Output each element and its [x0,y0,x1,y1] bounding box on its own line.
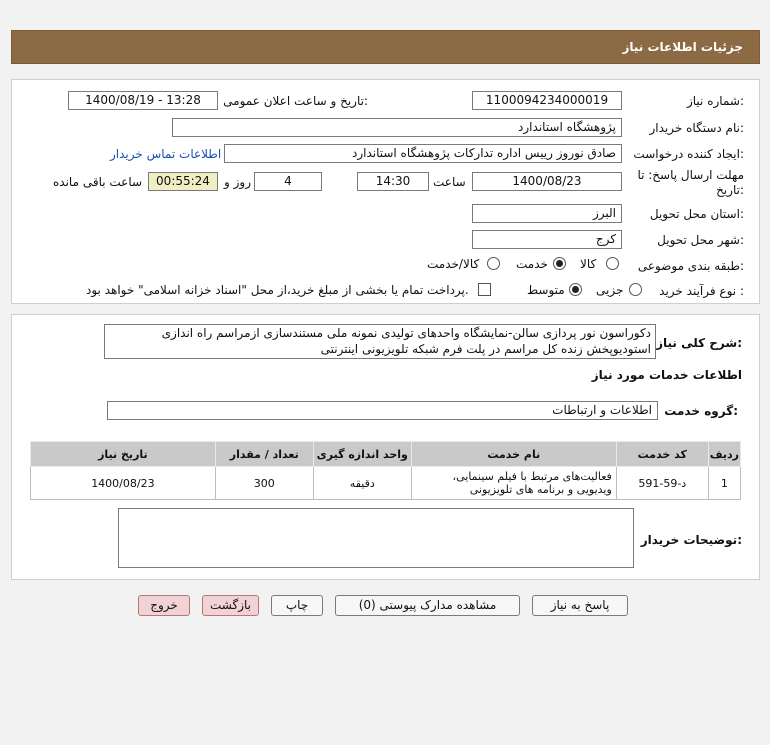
summary-box: دکوراسون نور پردازی سالن-نمایشگاه واحدها… [104,324,656,359]
deadline-label-line1: مهلت ارسال پاسخ: تا [637,168,744,182]
service-group-label: گروه خدمت: [664,404,738,418]
announce-label: تاریخ و ساعت اعلان عمومی: [223,94,368,108]
days-label: روز و [224,175,251,189]
buyer-notes-box [118,508,634,568]
back-button[interactable]: بازگشت [202,595,259,616]
summary-label: شرح کلی نیاز: [656,336,742,350]
col-qty: تعداد / مقدار [214,441,314,467]
buyer-org-field: پژوهشگاه استاندارد [172,118,622,137]
city-label: شهر محل تحویل: [657,233,744,247]
col-row: ردیف [707,441,742,467]
treasury-payment-note: پرداخت تمام یا بخشی از مبلغ خرید،از محل … [86,283,469,297]
cell-row: 1 [707,466,742,500]
process-option-medium: متوسط [527,283,565,297]
cell-code: د-59-591 [615,466,709,500]
col-date: تاریخ نیاز [30,441,216,467]
process-option-minor: جزیی [596,283,624,297]
category-radio-service[interactable] [553,257,566,270]
city-field: کرج [472,230,622,249]
summary-line-2: استودیوپخش زنده کل مراسم در پلت فرم شبکه… [320,342,651,356]
category-option-service: خدمت [516,257,548,271]
deadline-time-label: ساعت [433,175,466,189]
buyer-notes-label: توضیحات خریدار: [640,533,742,547]
process-radio-minor[interactable] [629,283,642,296]
category-option-goods: کالا [580,257,597,271]
page-title: جزئیات اطلاعات نیاز [622,40,743,54]
creator-field: صادق نوروز رییس اداره تدارکات پژوهشگاه ا… [224,144,622,163]
page-title-bar: جزئیات اطلاعات نیاز [11,30,760,64]
services-table: ردیف کد خدمت نام خدمت واحد اندازه گیری ت… [30,441,742,500]
category-radio-goods-service[interactable] [487,257,500,270]
col-name: نام خدمت [410,441,617,467]
view-attachments-button[interactable]: مشاهده مدارک پیوستی (0) [335,595,520,616]
announce-datetime-field: 1400/08/19 - 13:28 [68,91,218,110]
treasury-payment-checkbox[interactable] [478,283,491,296]
summary-line-1: دکوراسون نور پردازی سالن-نمایشگاه واحدها… [161,326,651,340]
buyer-org-label: نام دستگاه خریدار: [649,121,745,135]
services-table-header: ردیف کد خدمت نام خدمت واحد اندازه گیری ت… [30,441,742,467]
need-number-label: شماره نیاز: [686,94,744,108]
category-radio-goods[interactable] [606,257,619,270]
print-button[interactable]: چاپ [271,595,323,616]
province-label: استان محل تحویل: [649,207,744,221]
cell-date: 1400/08/23 [30,466,216,500]
table-row: 1 د-59-591 فعالیت‌های مرتبط با فیلم سینم… [30,466,742,500]
exit-button[interactable]: خروج [138,595,190,616]
reply-button[interactable]: پاسخ به نیاز [532,595,628,616]
creator-label: ایجاد کننده درخواست: [633,147,744,161]
cell-unit: دقیقه [312,466,412,500]
deadline-date-field: 1400/08/23 [472,172,622,191]
province-field: البرز [472,204,622,223]
process-label: نوع فرآیند خرید : [659,284,744,298]
need-number-field: 1100094234000019 [472,91,622,110]
cell-qty: 300 [214,466,314,500]
category-label: طبقه بندی موضوعی: [637,259,744,273]
remaining-time-label: ساعت باقی مانده [53,175,143,189]
deadline-time-field: 14:30 [357,172,429,191]
services-section-title: اطلاعات خدمات مورد نیاز [591,368,742,382]
col-unit: واحد اندازه گیری [312,441,412,467]
service-group-field: اطلاعات و ارتباطات [107,401,658,420]
process-radio-medium[interactable] [569,283,582,296]
deadline-label-line2: تاریخ: [716,183,744,197]
remaining-days-field: 4 [254,172,322,191]
col-code: کد خدمت [615,441,709,467]
cell-name: فعالیت‌های مرتبط با فیلم سینمایی، ویدیوی… [410,466,617,500]
buyer-contact-link[interactable]: اطلاعات تماس خریدار [110,147,221,161]
remaining-time-field: 00:55:24 [148,172,218,191]
category-option-goods-service: کالا/خدمت [427,257,480,271]
